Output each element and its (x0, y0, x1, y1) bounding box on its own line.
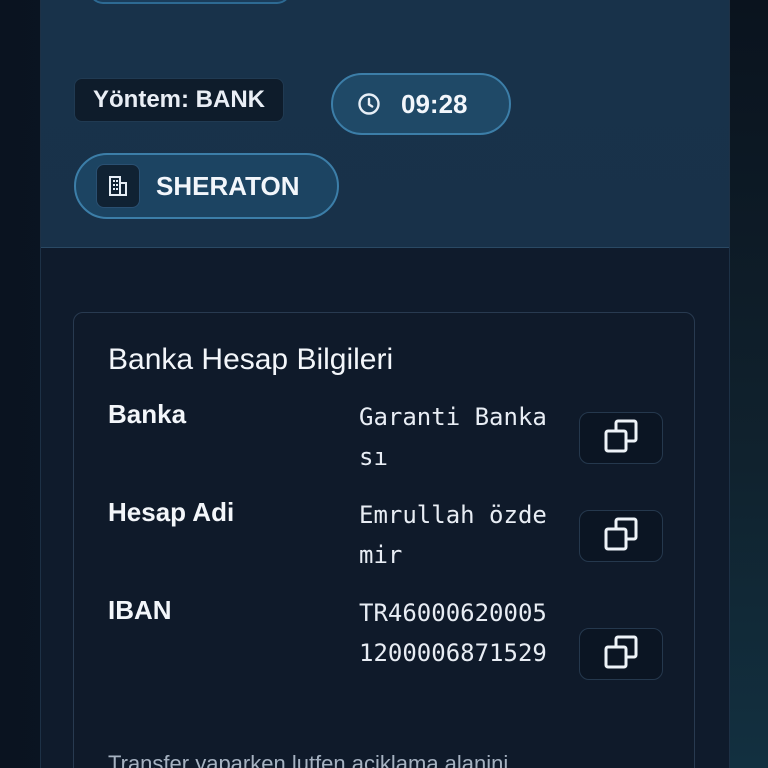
iban-value: TR460006200051200006871529 (359, 599, 547, 667)
building-icon (96, 164, 140, 208)
status-pill (89, 0, 291, 4)
screen: Yöntem: BANK 09:28 SHERATON Banka Hesap … (0, 0, 768, 768)
background-edge (728, 0, 768, 768)
copy-icon (603, 634, 639, 674)
time-tag: 09:28 (331, 73, 511, 135)
payment-panel: Yöntem: BANK 09:28 SHERATON Banka Hesap … (40, 0, 730, 768)
bank-value: Garanti Bankası (359, 403, 547, 471)
method-tag: Yöntem: BANK (74, 78, 284, 122)
copy-icon (603, 516, 639, 556)
transfer-note: Transfer yaparken lutfen aciklama alanin… (108, 751, 509, 768)
account-name-value: Emrullah özdemir (359, 501, 547, 569)
venue-tag: SHERATON (74, 153, 339, 219)
copy-icon (603, 418, 639, 458)
time-value: 09:28 (401, 88, 468, 119)
venue-label: SHERATON (156, 170, 300, 201)
method-label: Yöntem: BANK (93, 86, 265, 113)
card-title: Banka Hesap Bilgileri (108, 343, 394, 376)
iban-label: IBAN (108, 595, 172, 625)
copy-bank-button[interactable] (579, 412, 663, 464)
copy-account-name-button[interactable] (579, 510, 663, 562)
copy-iban-button[interactable] (579, 628, 663, 680)
bank-label: Banka (108, 399, 187, 429)
payment-summary: Yöntem: BANK 09:28 SHERATON (41, 0, 729, 248)
bank-account-card: Banka Hesap Bilgileri Banka Garanti Bank… (73, 312, 695, 768)
account-name-label: Hesap Adi (108, 497, 235, 527)
clock-icon (357, 92, 381, 116)
